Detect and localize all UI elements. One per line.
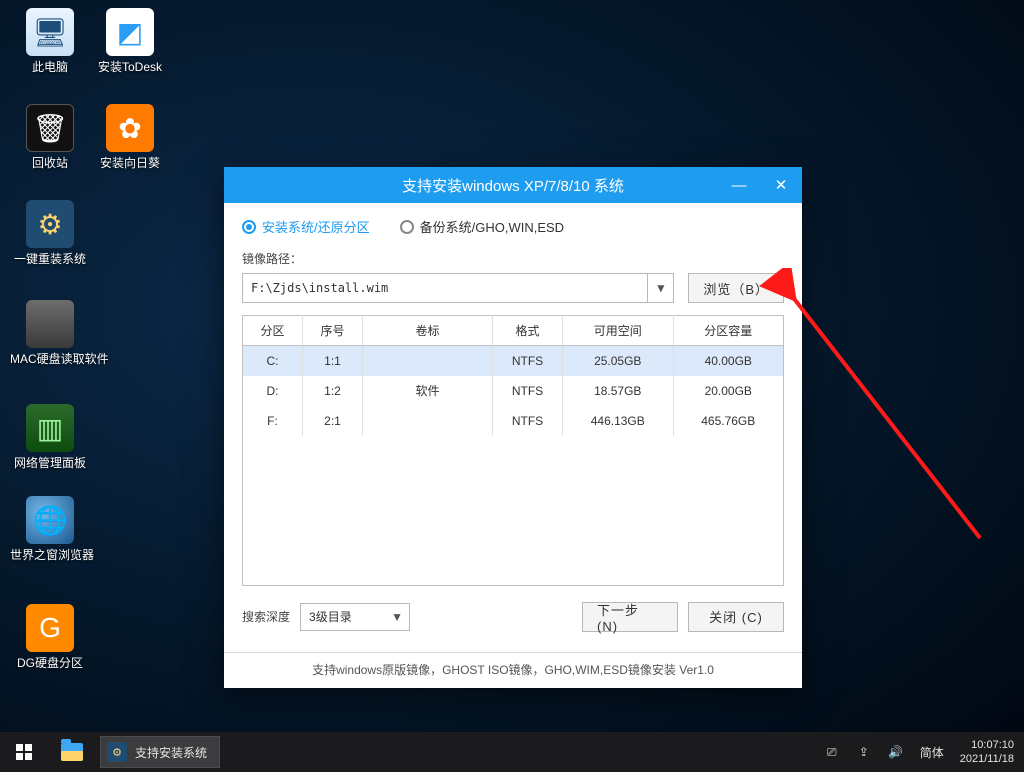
path-label: 镜像路径： <box>242 250 784 267</box>
clock-date: 2021/11/18 <box>960 752 1014 766</box>
gears-icon: ⚙ <box>107 742 127 762</box>
table-row[interactable]: D:1:2软件NTFS18.57GB20.00GB <box>243 376 784 406</box>
desktop-icon-mac-read[interactable]: MAC硬盘读取软件 <box>10 300 90 366</box>
monitor-icon: 🖥 <box>26 8 74 56</box>
table-cell: 446.13GB <box>563 406 674 436</box>
th-free: 可用空间 <box>563 316 674 346</box>
table-cell: NTFS <box>493 346 563 376</box>
radio-label: 备份系统/GHO,WIN,ESD <box>420 217 564 236</box>
apple-icon <box>26 300 74 348</box>
image-path-select[interactable]: F:\Zjds\install.wim ▼ <box>242 273 674 303</box>
icon-label: MAC硬盘读取软件 <box>10 352 90 366</box>
ime-indicator[interactable]: 简体 <box>920 744 944 761</box>
todesk-icon: ◩ <box>106 8 154 56</box>
close-window-button[interactable]: ✕ <box>760 167 802 203</box>
radio-dot-icon <box>242 220 256 234</box>
table-cell <box>363 406 493 436</box>
image-path-value: F:\Zjds\install.wim <box>251 281 388 295</box>
chevron-down-icon: ▼ <box>391 610 403 624</box>
folder-icon <box>61 743 83 761</box>
search-depth-select[interactable]: 3级目录 ▼ <box>300 603 410 631</box>
close-button[interactable]: 关闭 (C) <box>688 602 784 632</box>
bars-icon: ▥ <box>26 404 74 452</box>
icon-label: 安装向日葵 <box>90 156 170 170</box>
radio-install-restore[interactable]: 安装系统/还原分区 <box>242 217 370 236</box>
gears-icon: ⚙ <box>26 200 74 248</box>
table-cell: 20.00GB <box>673 376 784 406</box>
table-header-row: 分区 序号 卷标 格式 可用空间 分区容量 <box>243 316 784 346</box>
recycle-bin-icon: 🗑 <box>26 104 74 152</box>
window-titlebar[interactable]: 支持安装windows XP/7/8/10 系统 — ✕ <box>224 167 802 203</box>
next-button[interactable]: 下一步 (N) <box>582 602 678 632</box>
table-cell: 软件 <box>363 376 493 406</box>
window-footer: 支持windows原版镜像，GHOST ISO镜像，GHO,WIM,ESD镜像安… <box>224 652 802 688</box>
table-cell: C: <box>243 346 303 376</box>
icon-label: 回收站 <box>10 156 90 170</box>
table-cell: 1:1 <box>303 346 363 376</box>
desktop-icon-dg[interactable]: G DG硬盘分区 <box>10 604 90 670</box>
th-part: 分区 <box>243 316 303 346</box>
network-icon[interactable]: ⎚ <box>824 745 840 760</box>
windows-logo-icon <box>16 744 32 760</box>
taskbar-app-installer[interactable]: ⚙ 支持安装系统 <box>100 736 220 768</box>
radio-dot-icon <box>400 220 414 234</box>
start-button[interactable] <box>0 732 48 772</box>
th-vol: 卷标 <box>363 316 493 346</box>
desktop-icon-reinstall[interactable]: ⚙ 一键重装系统 <box>10 200 90 266</box>
file-explorer-button[interactable] <box>48 732 96 772</box>
partition-table[interactable]: 分区 序号 卷标 格式 可用空间 分区容量 C:1:1 NTFS25.05GB40… <box>242 315 784 436</box>
table-cell: 2:1 <box>303 406 363 436</box>
desktop-icon-todesk[interactable]: ◩ 安装ToDesk <box>90 8 170 74</box>
minimize-button[interactable]: — <box>718 167 760 203</box>
table-cell: D: <box>243 376 303 406</box>
desktop-icon-world-browser[interactable]: 🌐 世界之窗浏览器 <box>10 496 90 562</box>
th-idx: 序号 <box>303 316 363 346</box>
clock-time: 10:07:10 <box>960 738 1014 752</box>
usb-icon[interactable]: ⇪ <box>856 745 872 759</box>
th-size: 分区容量 <box>673 316 784 346</box>
table-cell <box>363 346 493 376</box>
table-row[interactable]: C:1:1 NTFS25.05GB40.00GB <box>243 346 784 376</box>
table-cell: F: <box>243 406 303 436</box>
desktop-icon-sunflower[interactable]: ✿ 安装向日葵 <box>90 104 170 170</box>
table-cell: NTFS <box>493 406 563 436</box>
th-fmt: 格式 <box>493 316 563 346</box>
table-row[interactable]: F:2:1 NTFS446.13GB465.76GB <box>243 406 784 436</box>
icon-label: DG硬盘分区 <box>10 656 90 670</box>
table-cell: 25.05GB <box>563 346 674 376</box>
browse-button[interactable]: 浏览（B） <box>688 273 784 303</box>
table-cell: 40.00GB <box>673 346 784 376</box>
radio-label: 安装系统/还原分区 <box>262 217 370 236</box>
window-title: 支持安装windows XP/7/8/10 系统 <box>402 175 624 196</box>
desktop-icon-this-pc[interactable]: 🖥 此电脑 <box>10 8 90 74</box>
table-cell: 1:2 <box>303 376 363 406</box>
dg-icon: G <box>26 604 74 652</box>
table-cell: NTFS <box>493 376 563 406</box>
desktop-icon-net-panel[interactable]: ▥ 网络管理面板 <box>10 404 90 470</box>
radio-backup[interactable]: 备份系统/GHO,WIN,ESD <box>400 217 564 236</box>
globe-icon: 🌐 <box>26 496 74 544</box>
icon-label: 安装ToDesk <box>90 60 170 74</box>
clock[interactable]: 10:07:10 2021/11/18 <box>960 738 1014 766</box>
search-depth-value: 3级目录 <box>309 608 352 625</box>
icon-label: 世界之窗浏览器 <box>10 548 90 562</box>
icon-label: 网络管理面板 <box>10 456 90 470</box>
chevron-down-icon: ▼ <box>647 274 673 302</box>
taskbar-app-label: 支持安装系统 <box>135 744 207 761</box>
desktop-icon-recycle-bin[interactable]: 🗑 回收站 <box>10 104 90 170</box>
table-empty-area <box>242 436 784 586</box>
table-cell: 18.57GB <box>563 376 674 406</box>
installer-window: 支持安装windows XP/7/8/10 系统 — ✕ 安装系统/还原分区 备… <box>224 167 802 688</box>
search-depth-label: 搜索深度 <box>242 608 290 625</box>
icon-label: 一键重装系统 <box>10 252 90 266</box>
icon-label: 此电脑 <box>10 60 90 74</box>
volume-icon[interactable]: 🔊 <box>888 745 904 759</box>
system-tray: ⎚ ⇪ 🔊 简体 10:07:10 2021/11/18 <box>814 732 1024 772</box>
table-cell: 465.76GB <box>673 406 784 436</box>
taskbar: ⚙ 支持安装系统 ⎚ ⇪ 🔊 简体 10:07:10 2021/11/18 <box>0 732 1024 772</box>
sunflower-icon: ✿ <box>106 104 154 152</box>
